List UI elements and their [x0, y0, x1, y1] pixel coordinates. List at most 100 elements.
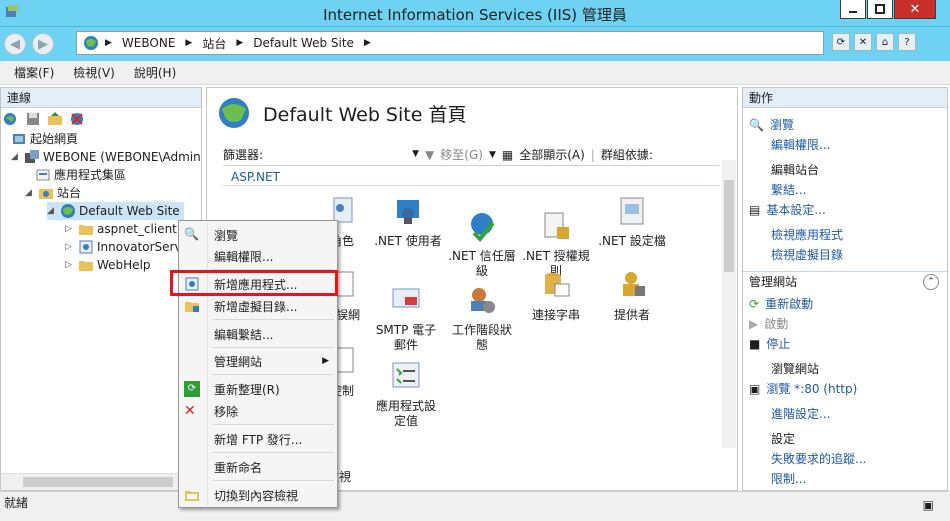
disconnect-icon[interactable] — [69, 111, 85, 127]
minimize-button[interactable] — [840, 0, 866, 19]
group-header-aspnet: ASP.NET — [223, 170, 719, 186]
action-browse-port[interactable]: ▣ 瀏覽 *:80 (http) — [749, 380, 857, 398]
tree-item-server[interactable]: ◢ WEBONE (WEBONE\Admin — [11, 148, 201, 166]
menu-separator — [212, 347, 334, 348]
configure-header: 設定 — [771, 432, 796, 446]
feature-net-users[interactable]: .NET 使用者 — [369, 194, 447, 249]
authorization-lock-icon — [544, 212, 569, 239]
menu-separator — [212, 374, 334, 375]
up-folder-icon[interactable] — [47, 111, 63, 127]
back-button[interactable]: ◀ — [4, 33, 26, 55]
separator: | — [590, 147, 595, 162]
dropdown-icon[interactable]: ▼ — [489, 150, 496, 160]
tree-item-webhelp[interactable]: ▷ WebHelp — [65, 256, 151, 274]
forward-button[interactable]: ▶ — [32, 33, 54, 55]
expand-arrow-icon[interactable]: ▷ — [65, 220, 75, 238]
scrollbar-thumb[interactable] — [23, 477, 173, 487]
add-virtual-dir-icon — [185, 302, 199, 312]
menu-file[interactable]: 檔案(F) — [14, 64, 54, 81]
tree-item-innovator[interactable]: ▷ InnovatorServ — [65, 238, 182, 256]
action-bindings[interactable]: 繫結... — [771, 181, 806, 199]
tree-label: 起始網頁 — [30, 132, 79, 146]
feature-label: 連接字串 — [531, 308, 580, 322]
stop-icon[interactable]: ✕ — [854, 33, 872, 51]
menu-item-remove[interactable]: ✕ 移除 — [179, 399, 337, 423]
action-advanced-settings[interactable]: 進階設定... — [771, 405, 830, 423]
tree-item-start-page[interactable]: 起始網頁 — [11, 130, 78, 148]
menu-item-manage-website[interactable]: 管理網站 ▶ — [179, 349, 337, 373]
filter-input[interactable]: ▼ — [269, 149, 420, 160]
menu-item-edit-permissions[interactable]: 編輯權限... — [179, 244, 337, 268]
menu-item-add-virtual-dir[interactable]: 新增虛擬目錄... — [179, 294, 337, 318]
tree-item-default-web-site[interactable]: ◢ Default Web Site — [47, 202, 184, 220]
scrollbar-thumb[interactable] — [724, 180, 734, 272]
maximize-icon — [875, 4, 885, 14]
restart-icon: ⟳ — [749, 297, 760, 311]
action-edit-permissions[interactable]: 編輯權限... — [771, 136, 830, 154]
connections-title: 連線 — [1, 88, 201, 108]
menu-item-switch-content-view[interactable]: 切換到內容檢視 — [179, 483, 337, 507]
tree-label: Default Web Site — [79, 204, 180, 218]
action-view-virtual-dirs[interactable]: 檢視虛擬目錄 — [771, 246, 843, 264]
menu-item-add-ftp[interactable]: 新增 FTP 發行... — [179, 427, 337, 451]
menu-item-refresh[interactable]: ⟳ 重新整理(R) — [179, 377, 337, 401]
help-icon[interactable]: ? — [898, 33, 916, 51]
app-pools-icon — [36, 169, 50, 181]
action-restart[interactable]: ⟳ 重新啟動 — [749, 295, 813, 313]
feature-net-profile[interactable]: .NET 設定檔 — [593, 194, 671, 249]
refresh-icon[interactable]: ⟳ — [832, 33, 850, 51]
collapse-section-icon[interactable]: ⌃ — [923, 274, 939, 290]
vertical-scrollbar[interactable] — [722, 160, 736, 448]
show-all-button[interactable]: 全部顯示(A) — [519, 146, 585, 163]
tree-item-app-pools[interactable]: 應用程式集區 — [35, 166, 126, 184]
feature-providers[interactable]: 提供者 — [593, 268, 671, 323]
collapse-arrow-icon[interactable]: ◢ — [47, 202, 57, 220]
collapse-arrow-icon[interactable]: ◢ — [11, 148, 21, 166]
browse-page-icon: ▣ — [749, 382, 761, 396]
filter-bar: 篩選器: ▼ ▼ 移至(G) ▼ ▦ 全部顯示(A) | 群組依據: — [223, 144, 719, 166]
website-globe-icon — [61, 204, 75, 218]
globe-icon — [84, 36, 98, 50]
close-icon: ✕ — [909, 1, 921, 17]
breadcrumb-site[interactable]: Default Web Site — [253, 36, 354, 50]
save-icon[interactable] — [25, 111, 41, 127]
menu-separator — [212, 480, 334, 481]
connect-globe-icon[interactable] — [3, 111, 19, 127]
expand-arrow-icon[interactable]: ▷ — [65, 256, 75, 274]
address-bar[interactable]: ▶ WEBONE ▶ 站台 ▶ Default Web Site ▶ — [76, 31, 824, 55]
action-failed-request-tracing[interactable]: 失敗要求的追蹤... — [771, 450, 866, 468]
action-browse[interactable]: 🔍 瀏覽 — [749, 116, 794, 134]
go-button[interactable]: 移至(G) — [440, 146, 483, 163]
breadcrumb-sites[interactable]: 站台 — [202, 35, 226, 52]
start-page-icon — [13, 134, 25, 144]
home-icon[interactable]: ⌂ — [876, 33, 894, 51]
manage-site-header: 管理網站 — [749, 275, 798, 289]
collapse-arrow-icon[interactable]: ◢ — [25, 184, 35, 202]
action-limits[interactable]: 限制... — [771, 470, 806, 488]
menu-view[interactable]: 檢視(V) — [73, 64, 115, 81]
breadcrumb-server[interactable]: WEBONE — [122, 36, 175, 50]
tree-item-sites[interactable]: ◢ 站台 — [25, 184, 81, 202]
menu-help[interactable]: 說明(H) — [134, 64, 176, 81]
horizontal-scrollbar[interactable] — [1, 473, 201, 490]
menu-item-edit-bindings[interactable]: 編輯繫結... — [179, 322, 337, 346]
page-title: Default Web Site 首頁 — [263, 103, 467, 126]
action-view-applications[interactable]: 檢視應用程式 — [771, 226, 843, 244]
actions-title: 動作 — [743, 88, 947, 108]
feature-session-state[interactable]: 工作階段狀 態 — [443, 268, 521, 368]
profile-icon — [620, 197, 644, 225]
expand-arrow-icon[interactable]: ▷ — [65, 238, 75, 256]
highlight-box — [170, 270, 338, 296]
content-view-icon — [185, 491, 199, 501]
action-stop[interactable]: ■ 停止 — [749, 335, 790, 353]
browse-icon: 🔍 — [749, 118, 764, 132]
action-basic-settings[interactable]: ▤ 基本設定... — [749, 201, 826, 219]
menu-item-rename[interactable]: 重新命名 — [179, 455, 337, 479]
feature-connection-strings[interactable]: 連接字串 — [517, 268, 595, 323]
maximize-button[interactable] — [867, 0, 893, 19]
feature-app-settings[interactable]: 應用程式設 定值 — [367, 344, 445, 444]
tree-item-aspnet-client[interactable]: ▷ aspnet_client — [65, 220, 177, 238]
breadcrumb-arrow-icon: ▶ — [363, 38, 371, 48]
action-start[interactable]: ▶ 啟動 — [749, 315, 788, 333]
close-button[interactable]: ✕ — [894, 0, 936, 19]
